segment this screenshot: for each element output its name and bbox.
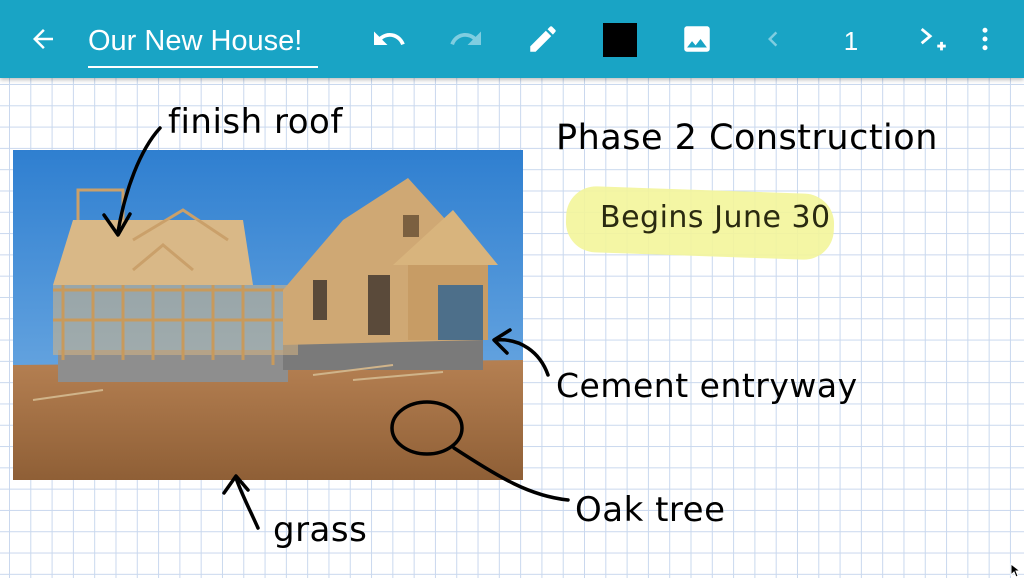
color-swatch-button[interactable] bbox=[603, 23, 637, 57]
toolbar: Our New House! 1 bbox=[0, 0, 1024, 78]
undo-icon bbox=[374, 31, 405, 45]
annotation-oak-tree: Oak tree bbox=[575, 490, 726, 530]
annotation-grass: grass bbox=[273, 510, 368, 550]
annotation-phase: Phase 2 Construction bbox=[556, 118, 938, 158]
pen-button[interactable] bbox=[518, 14, 568, 64]
redo-icon bbox=[450, 31, 481, 45]
page-number: 1 bbox=[843, 26, 859, 56]
house-photo[interactable] bbox=[13, 150, 523, 480]
add-page-icon bbox=[920, 27, 946, 51]
back-button[interactable] bbox=[18, 14, 68, 64]
redo-button[interactable] bbox=[441, 14, 491, 64]
more-vert-icon bbox=[982, 27, 988, 51]
pencil-icon bbox=[530, 26, 556, 52]
document-title[interactable]: Our New House! bbox=[88, 22, 318, 68]
annotation-finish-roof: finish roof bbox=[168, 102, 343, 142]
annotation-begins: Begins June 30 bbox=[600, 200, 831, 235]
mouse-cursor-icon bbox=[1010, 563, 1022, 578]
add-page-button[interactable] bbox=[908, 14, 958, 64]
previous-page-button[interactable] bbox=[748, 14, 798, 64]
insert-image-button[interactable] bbox=[672, 14, 722, 64]
annotation-cement: Cement entryway bbox=[556, 366, 858, 405]
more-options-button[interactable] bbox=[960, 14, 1010, 64]
arrow-left-icon bbox=[33, 29, 53, 49]
undo-button[interactable] bbox=[364, 14, 414, 64]
chevron-left-icon bbox=[768, 31, 778, 47]
image-icon bbox=[684, 26, 710, 52]
